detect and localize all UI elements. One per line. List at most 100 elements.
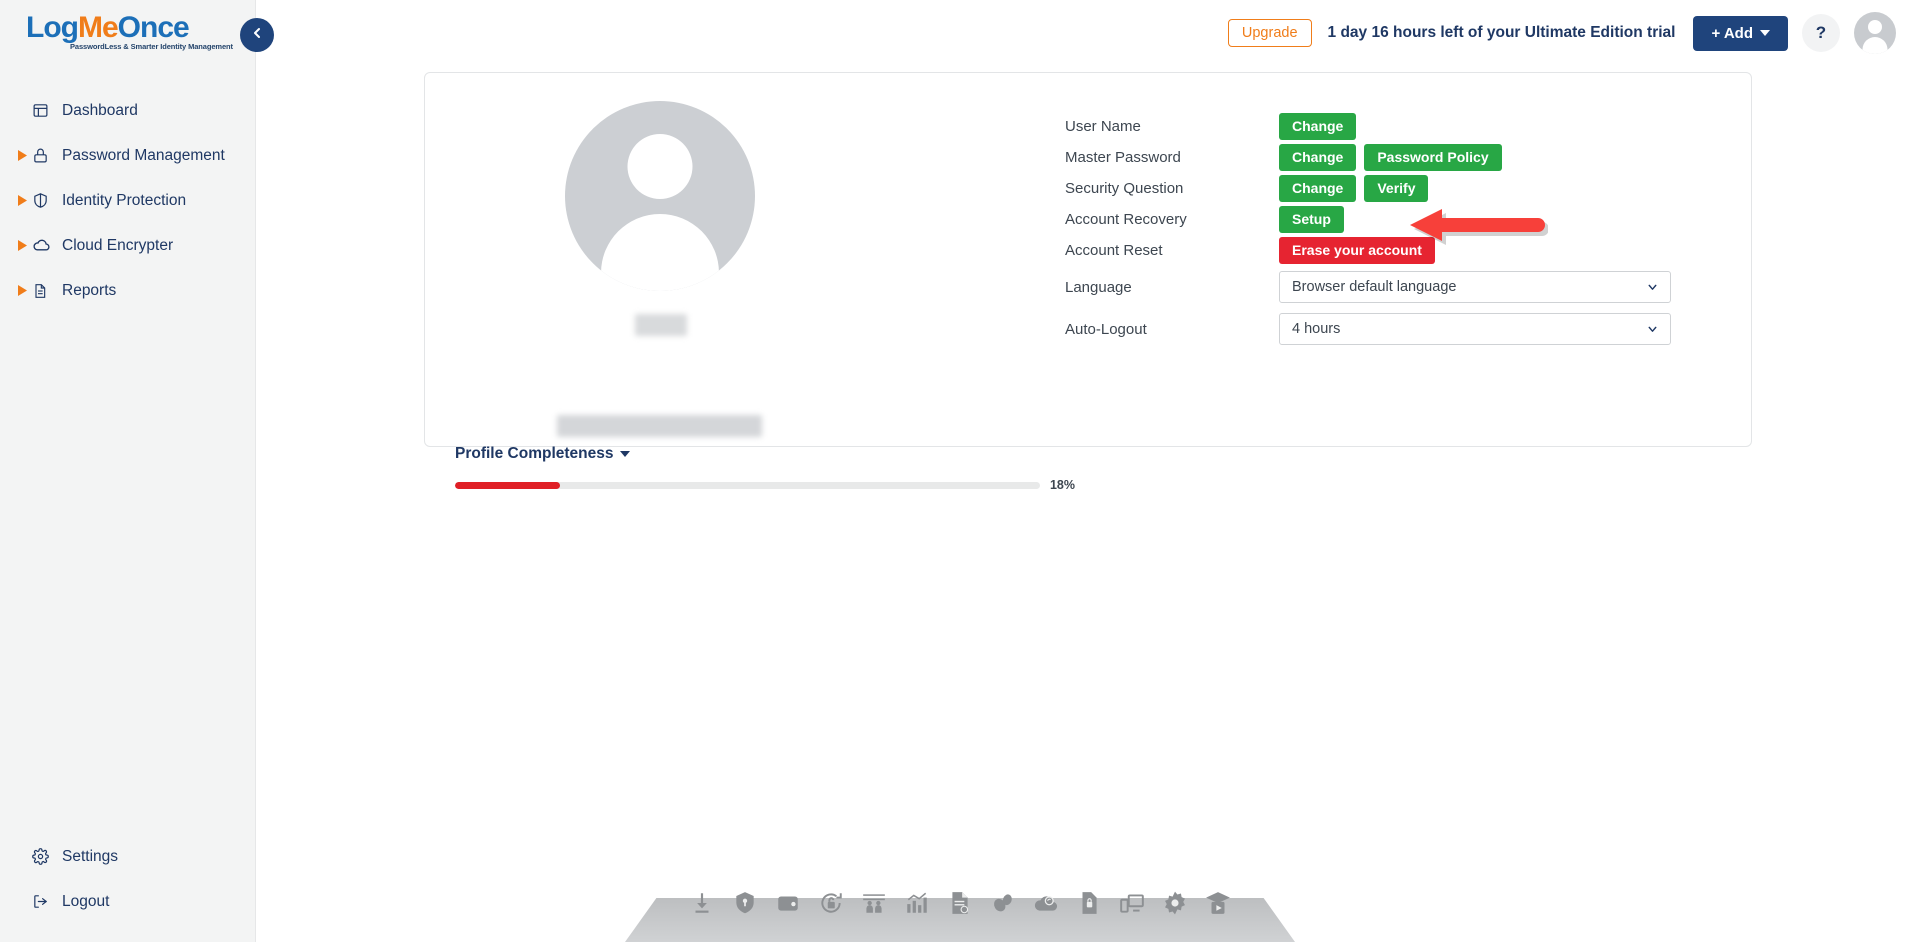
progress-track [455,481,1040,489]
sidebar-item-password-management[interactable]: Password Management [0,133,256,178]
row-label: Auto-Logout [1065,320,1147,338]
logout-icon [32,893,58,910]
sidebar-item-logout[interactable]: Logout [0,879,256,924]
sidebar-item-cloud-encrypter[interactable]: Cloud Encrypter [0,223,256,268]
settings-row-master-password: Master Password Change Password Policy [1065,142,1753,173]
change-security-question-button[interactable]: Change [1279,174,1357,203]
file-lock-icon[interactable] [1072,886,1106,920]
chevron-down-icon [1646,281,1659,294]
row-label: Master Password [1065,149,1181,166]
settings-row-user-name: User Name Change [1065,111,1753,142]
profile-avatar[interactable] [565,101,755,291]
settings-row-account-recovery: Account Recovery Setup [1065,204,1753,235]
row-label: Account Reset [1065,242,1163,259]
gear-icon [32,848,58,865]
dock-icon-list [685,886,1235,920]
row-controls: Change [1279,112,1357,141]
help-button[interactable]: ? [1802,14,1840,52]
row-controls: Setup [1279,205,1344,234]
auto-logout-select[interactable]: 4 hours [1279,313,1671,345]
shield-icon [32,192,58,209]
sidebar-item-label: Logout [62,892,110,910]
sidebar-item-reports[interactable]: Reports [0,268,256,313]
sidebar-item-label: Dashboard [62,101,138,119]
add-button[interactable]: + Add [1693,15,1788,51]
bar-chart-icon[interactable] [900,886,934,920]
shield-lock-icon[interactable] [728,886,762,920]
gear-icon[interactable] [1158,886,1192,920]
upgrade-button[interactable]: Upgrade [1227,19,1312,47]
graduation-video-icon[interactable] [1201,886,1235,920]
setup-account-recovery-button[interactable]: Setup [1279,205,1344,234]
padlock-pair-icon[interactable] [986,886,1020,920]
sidebar-item-label: Password Management [62,146,225,164]
password-policy-button[interactable]: Password Policy [1364,143,1502,172]
wallet-icon[interactable] [771,886,805,920]
logo-part-log: Log [26,11,79,44]
collapse-sidebar-button[interactable] [240,18,274,52]
row-label: Account Recovery [1065,211,1187,228]
expand-caret-icon[interactable] [18,150,32,161]
lock-refresh-icon[interactable] [814,886,848,920]
sidebar: LogMeOnce PasswordLess & Smarter Identit… [0,0,274,942]
cloud-sync-icon[interactable] [1029,886,1063,920]
logo-part-me: Me [77,11,119,44]
sidebar-item-label: Identity Protection [62,191,187,209]
app-root: LogMeOnce PasswordLess & Smarter Identit… [0,0,1920,942]
sidebar-item-dashboard[interactable]: Dashboard [0,88,256,133]
sidebar-nav-primary: Dashboard Password Management Identity P… [0,88,256,313]
profile-completeness-label[interactable]: Profile Completeness [455,445,614,463]
avatar[interactable] [1854,12,1896,54]
row-controls: Change Verify [1279,174,1429,203]
settings-row-auto-logout: Auto-Logout 4 hours [1065,308,1753,350]
sidebar-item-identity-protection[interactable]: Identity Protection [0,178,256,223]
chevron-down-icon[interactable] [619,450,630,457]
chevron-left-icon [249,25,265,46]
devices-icon[interactable] [1115,886,1149,920]
settings-row-language: Language Browser default language [1065,266,1753,308]
cloud-icon [32,236,58,255]
expand-caret-icon[interactable] [18,285,32,296]
erase-account-button[interactable]: Erase your account [1279,236,1435,265]
progress-fill [455,481,561,489]
trial-status-text: 1 day 16 hours left of your Ultimate Edi… [1327,24,1676,41]
sidebar-item-settings[interactable]: Settings [0,834,256,879]
verify-security-question-button[interactable]: Verify [1364,174,1429,203]
progress-percent-label: 18% [1049,478,1075,492]
expand-caret-icon[interactable] [18,240,32,251]
top-header: Upgrade 1 day 16 hours left of your Ulti… [256,0,1920,66]
profile-completeness-header: Profile Completeness [455,445,1055,463]
sidebar-item-label: Settings [62,847,119,865]
logo-tagline: PasswordLess & Smarter Identity Manageme… [70,42,233,51]
add-button-label: + Add [1711,24,1753,42]
avatar-body [1862,37,1888,54]
profile-settings-card: Profile Completeness 18% User Name Chang… [424,72,1753,492]
row-label: Security Question [1065,180,1184,197]
sidebar-nav-secondary: Settings Logout [0,834,256,924]
logo[interactable]: LogMeOnce PasswordLess & Smarter Identit… [26,11,233,56]
avatar-head [1868,20,1882,34]
settings-row-security-question: Security Question Change Verify [1065,173,1753,204]
document-certificate-icon[interactable] [943,886,977,920]
logo-part-once: Once [117,11,190,44]
auto-logout-select-value: 4 hours [1292,321,1341,337]
avatar-body [601,214,719,291]
dashboard-icon [32,102,58,119]
chevron-down-icon [1760,30,1770,36]
change-user-name-button[interactable]: Change [1279,112,1357,141]
sidebar-item-label: Cloud Encrypter [62,236,174,254]
row-label: User Name [1065,118,1141,135]
expand-caret-icon[interactable] [18,195,32,206]
sidebar-item-label: Reports [62,281,117,299]
download-icon[interactable] [685,886,719,920]
chevron-down-icon [1646,323,1659,336]
document-icon [32,283,58,299]
people-network-icon[interactable] [857,886,891,920]
profile-completeness-progress: 18% [455,478,1075,492]
row-controls: Change Password Policy [1279,143,1502,172]
change-master-password-button[interactable]: Change [1279,143,1357,172]
settings-row-account-reset: Account Reset Erase your account [1065,235,1753,266]
language-select-value: Browser default language [1292,279,1457,295]
lock-icon [32,147,58,164]
language-select[interactable]: Browser default language [1279,271,1671,303]
